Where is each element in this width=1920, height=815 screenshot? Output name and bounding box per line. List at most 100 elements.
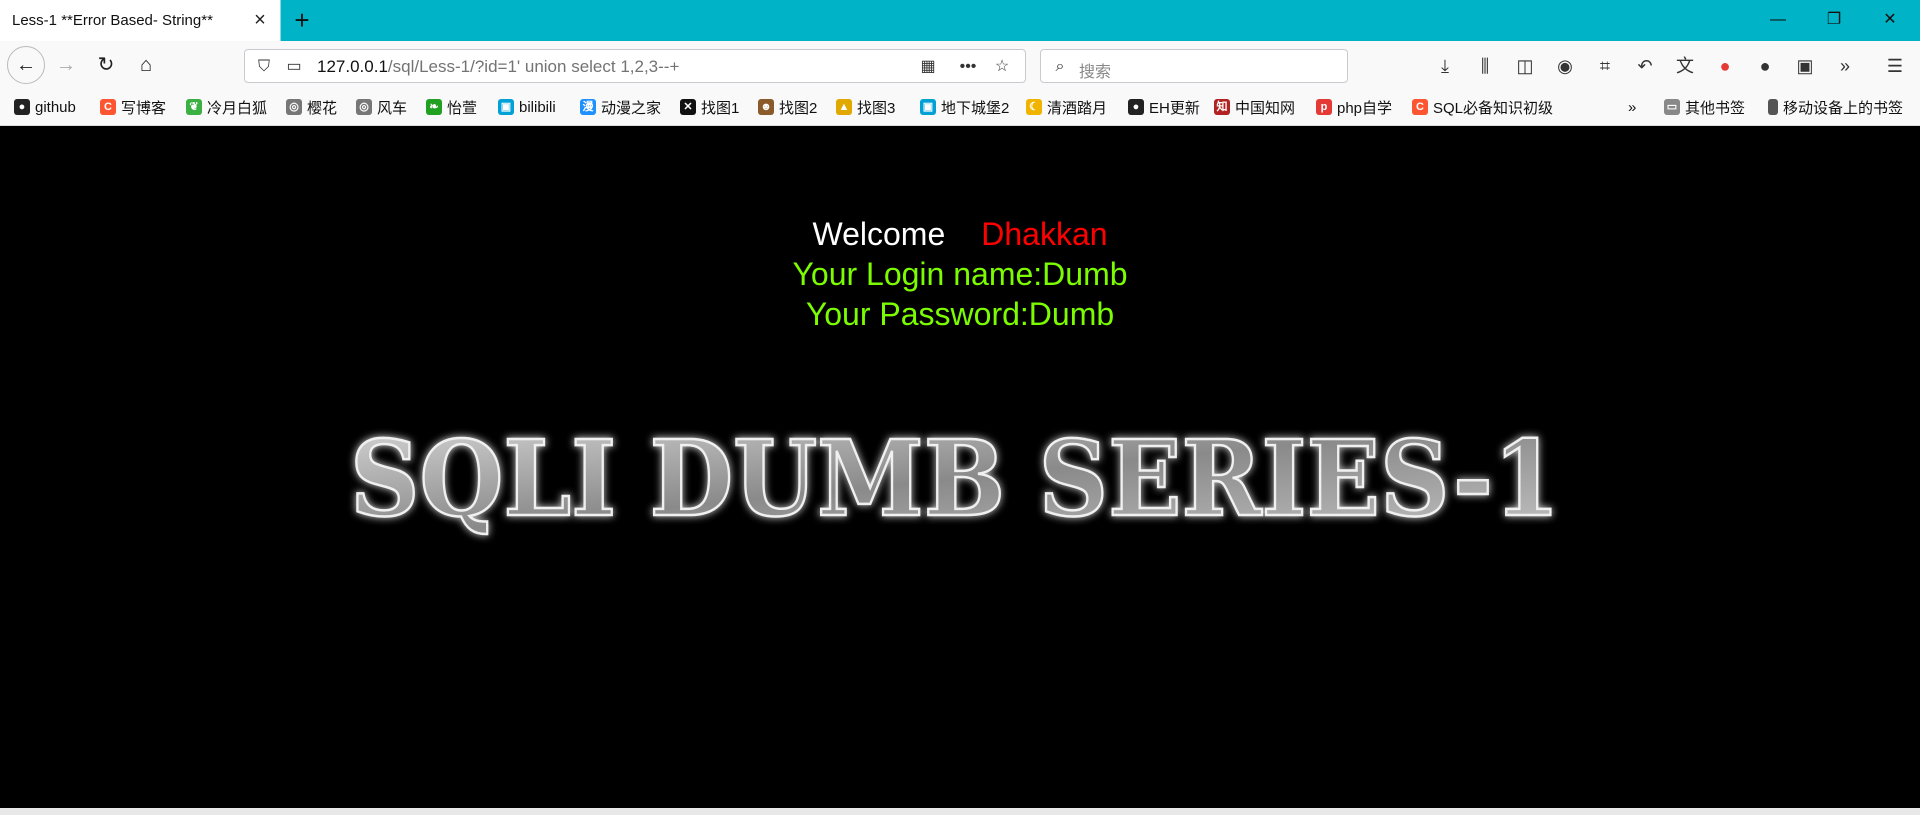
tab-title: Less-1 **Error Based- String**: [12, 12, 213, 29]
library-icon[interactable]: ⫼: [1472, 53, 1498, 79]
green-leaf-icon: ❧: [426, 99, 442, 115]
bookmark-item[interactable]: ❧ 怡萱: [426, 96, 477, 118]
bookmark-item[interactable]: 漫动漫之家: [580, 96, 661, 118]
bookmark-star-icon[interactable]: ☆: [991, 56, 1013, 78]
csdn-icon: C: [100, 99, 116, 115]
extension-balls-icon[interactable]: ●: [1752, 53, 1778, 79]
php-icon: p: [1316, 99, 1332, 115]
qr-code-icon[interactable]: ▦: [917, 56, 939, 78]
minimize-button[interactable]: —: [1766, 10, 1790, 30]
mobile-bookmarks[interactable]: 移动设备上的书签: [1768, 96, 1903, 118]
welcome-line: Welcome Dhakkan: [0, 216, 1920, 253]
cnki-icon: 知: [1214, 99, 1230, 115]
bookmark-label: 写博客: [121, 99, 167, 117]
restore-button[interactable]: ❐: [1822, 10, 1846, 30]
moon-icon: ☾: [1026, 99, 1042, 115]
leaf-icon: ❦: [186, 99, 202, 115]
bookmark-item[interactable]: ● github: [14, 96, 76, 118]
crop-icon[interactable]: ⌗: [1592, 53, 1618, 79]
bookmark-label: 冷月白狐: [207, 99, 268, 117]
bookmark-item[interactable]: p php自学: [1316, 96, 1392, 118]
tab-active[interactable]: Less-1 **Error Based- String** ×: [0, 0, 281, 41]
menu-hamburger-icon[interactable]: ☰: [1882, 53, 1908, 79]
window-bottom-edge: [0, 808, 1920, 815]
extension-box-icon[interactable]: ▣: [1792, 53, 1818, 79]
bookmark-label: php自学: [1337, 99, 1393, 117]
sqli-dumb-series-banner: SQLI DUMB SERIES-1: [349, 416, 1562, 542]
shield-icon[interactable]: ⛉: [253, 56, 275, 78]
bookmark-label: bilibili: [519, 98, 556, 116]
bookmark-item[interactable]: ▣ bilibili: [498, 96, 556, 118]
translate-icon[interactable]: 文: [1672, 53, 1698, 79]
tab-close-icon[interactable]: ×: [250, 10, 270, 30]
bookmark-item[interactable]: ▲ 找图3: [836, 96, 895, 118]
bookmark-item[interactable]: ◎ 风车: [356, 96, 407, 118]
home-icon[interactable]: ⌂: [130, 49, 162, 81]
github-icon: ●: [14, 99, 30, 115]
manga-icon: 漫: [580, 99, 596, 115]
undo-icon[interactable]: ↶: [1632, 53, 1658, 79]
close-window-button[interactable]: ✕: [1878, 10, 1902, 30]
bookmarks-overflow-icon[interactable]: »: [1628, 96, 1636, 118]
username-text: Dhakkan: [981, 216, 1108, 252]
overflow-chevron-icon[interactable]: »: [1832, 53, 1858, 79]
sidebar-icon[interactable]: ◫: [1512, 53, 1538, 79]
other-bookmarks-label: 其他书签: [1685, 99, 1746, 117]
bookmark-label: 风车: [377, 99, 408, 117]
other-bookmarks[interactable]: ▭ 其他书签: [1664, 96, 1745, 118]
bookmarks-toolbar: » ▭ 其他书签 移动设备上的书签 ● github C 写博客 ❦ 冷月白狐 ◎ 樱花 ◎ 风车…: [0, 89, 1920, 126]
bookmark-label: github: [35, 98, 76, 116]
page-info-icon[interactable]: ▭: [283, 56, 305, 78]
folder-icon: ▭: [1664, 99, 1680, 115]
bilibili-icon: ▣: [498, 99, 514, 115]
avatar-icon: ☻: [758, 99, 774, 115]
banner-text: SQLI DUMB SERIES-1: [350, 417, 1560, 540]
download-icon[interactable]: ⤓: [1432, 53, 1458, 79]
bookmark-label: 动漫之家: [601, 99, 662, 117]
password-text: Your Password:Dumb: [805, 296, 1115, 332]
bookmark-item[interactable]: 知中国知网: [1214, 96, 1295, 118]
bookmark-item[interactable]: ❦ 冷月白狐: [186, 96, 267, 118]
x-icon: ✕: [680, 99, 696, 115]
bookmark-item[interactable]: ☾ 清酒踏月: [1026, 96, 1107, 118]
bookmark-label: 樱花: [307, 99, 338, 117]
bookmark-label: 清酒踏月: [1047, 99, 1108, 117]
url-text[interactable]: 127.0.0.1/sql/Less-1/?id=1' union select…: [317, 57, 679, 77]
bookmark-item[interactable]: ◎ 樱花: [286, 96, 337, 118]
search-icon: ⌕: [1055, 58, 1065, 75]
navigation-toolbar: ← → ↻ ⌂ ⛉ ▭ 127.0.0.1/sql/Less-1/?id=1' …: [0, 41, 1920, 89]
bookmark-label: 地下城堡2: [941, 99, 1010, 117]
account-icon[interactable]: ◉: [1552, 53, 1578, 79]
image-icon: ▲: [836, 99, 852, 115]
url-path: /sql/Less-1/?id=1' union select 1,2,3--+: [387, 57, 680, 76]
new-tab-plus-icon[interactable]: +: [288, 7, 316, 35]
bookmark-label: 找图1: [701, 99, 740, 117]
mobile-bookmarks-label: 移动设备上的书签: [1783, 99, 1904, 117]
bookmark-item[interactable]: ▣ 地下城堡2: [920, 96, 1009, 118]
globe-icon: ◎: [286, 99, 302, 115]
bookmark-label: EH更新: [1149, 99, 1200, 117]
extension-red-icon[interactable]: ●: [1712, 53, 1738, 79]
bookmark-label: 中国知网: [1235, 99, 1296, 117]
bookmark-label: 找图2: [779, 99, 818, 117]
bookmark-item[interactable]: ✕ 找图1: [680, 96, 739, 118]
more-actions-icon[interactable]: •••: [957, 56, 979, 78]
bookmark-item[interactable]: ● EH更新: [1128, 96, 1200, 118]
back-arrow-icon[interactable]: ←: [7, 46, 45, 84]
search-placeholder: 搜索: [1079, 64, 1112, 81]
globe-icon: ◎: [356, 99, 372, 115]
bookmark-item[interactable]: C SQL必备知识初级: [1412, 96, 1553, 118]
forward-arrow-icon[interactable]: →: [50, 49, 82, 81]
bookmark-label: SQL必备知识初级: [1433, 99, 1554, 117]
tab-strip: Less-1 **Error Based- String** × + — ❐ ✕: [0, 0, 1920, 41]
bookmark-label: 怡萱: [447, 99, 478, 117]
url-host: 127.0.0.1: [317, 57, 388, 76]
github-icon: ●: [1128, 99, 1144, 115]
reload-icon[interactable]: ↻: [90, 49, 122, 81]
bookmark-item[interactable]: ☻ 找图2: [758, 96, 817, 118]
page-content: Welcome Dhakkan Your Login name:Dumb Your…: [0, 126, 1920, 808]
search-bar[interactable]: ⌕ 搜索: [1040, 49, 1348, 83]
address-bar[interactable]: ⛉ ▭ 127.0.0.1/sql/Less-1/?id=1' union se…: [244, 49, 1026, 83]
bookmark-item[interactable]: C 写博客: [100, 96, 166, 118]
bookmark-label: 找图3: [857, 99, 896, 117]
